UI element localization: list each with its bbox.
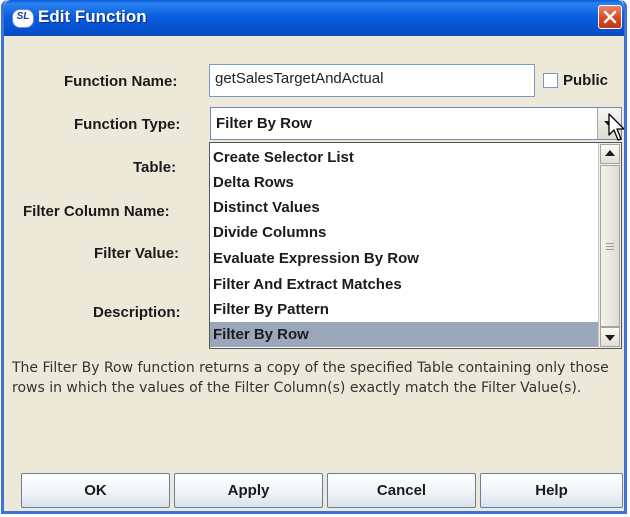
public-checkbox[interactable]: [543, 73, 558, 88]
dropdown-item-divide-columns[interactable]: Divide Columns: [210, 220, 599, 245]
app-logo-icon: SL: [12, 9, 34, 28]
function-type-label: Function Type:: [74, 116, 181, 133]
apply-button[interactable]: Apply: [174, 473, 323, 508]
function-type-select[interactable]: Filter By Row: [210, 107, 622, 140]
chevron-down-icon: [605, 335, 615, 341]
grip-line: [606, 246, 614, 247]
cancel-button[interactable]: Cancel: [327, 473, 476, 508]
function-description-text: The Filter By Row function returns a cop…: [12, 360, 609, 396]
scroll-thumb[interactable]: [600, 165, 620, 327]
function-name-label: Function Name:: [64, 73, 178, 90]
dropdown-item-evaluate-expression-by-row[interactable]: Evaluate Expression By Row: [210, 246, 599, 271]
title-bar[interactable]: SL Edit Function: [4, 0, 624, 36]
close-icon: [603, 10, 617, 24]
dropdown-item-create-selector-list[interactable]: Create Selector List: [210, 145, 599, 170]
scroll-down-button[interactable]: [600, 327, 620, 347]
edit-function-dialog: SL Edit Function Function Name: getSales…: [1, 0, 627, 514]
filter-value-label: Filter Value:: [94, 245, 180, 262]
function-name-input[interactable]: getSalesTargetAndActual: [209, 64, 535, 97]
mouse-pointer-icon: [608, 113, 624, 141]
close-button[interactable]: [598, 5, 622, 29]
dropdown-item-distinct-values[interactable]: Distinct Values: [210, 195, 599, 220]
description-label: Description:: [93, 304, 181, 321]
dialog-title: Edit Function: [38, 7, 147, 26]
table-label: Table:: [133, 159, 177, 176]
grip-line: [606, 249, 614, 250]
function-type-dropdown-list: Create Selector List Delta Rows Distinct…: [209, 142, 622, 349]
chevron-up-icon: [605, 150, 615, 156]
grip-line: [606, 243, 614, 244]
app-logo-text: SL: [16, 11, 30, 22]
function-type-value: Filter By Row: [216, 115, 312, 132]
public-label: Public: [563, 72, 609, 89]
help-button[interactable]: Help: [480, 473, 623, 508]
dropdown-item-filter-by-row[interactable]: Filter By Row: [210, 322, 599, 347]
filter-column-name-label: Filter Column Name:: [23, 203, 170, 220]
scroll-up-button[interactable]: [600, 144, 620, 164]
dropdown-item-filter-and-extract-matches[interactable]: Filter And Extract Matches: [210, 272, 599, 297]
dropdown-scrollbar[interactable]: [598, 143, 621, 348]
dropdown-item-delta-rows[interactable]: Delta Rows: [210, 170, 599, 195]
ok-button[interactable]: OK: [21, 473, 170, 508]
dropdown-item-filter-by-pattern[interactable]: Filter By Pattern: [210, 297, 599, 322]
